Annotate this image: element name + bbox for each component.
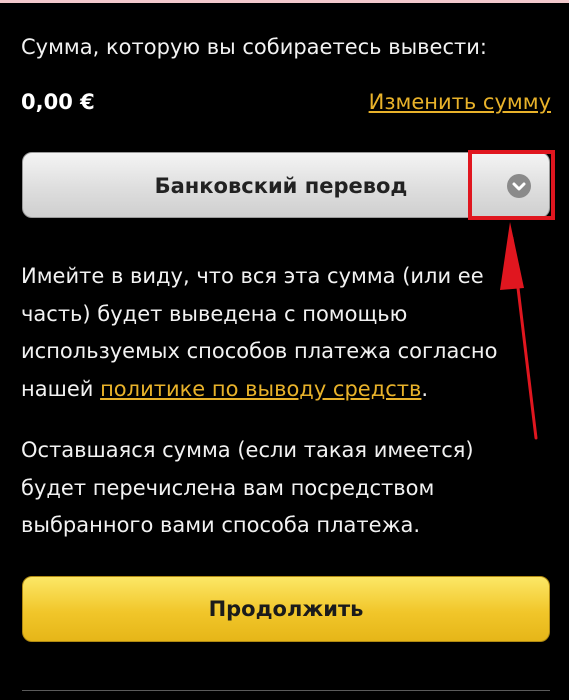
amount-value: 0,00 € bbox=[21, 90, 95, 114]
notice-line-1: Имейте в виду, что вся эта сумма (или ее bbox=[21, 264, 484, 288]
notice-line-3: используемых способов платежа согласно bbox=[21, 339, 498, 363]
chevron-down-icon[interactable] bbox=[507, 174, 531, 198]
remaining-line-1: Оставшаяся сумма (если такая имеется) bbox=[21, 438, 474, 462]
notice-line-4-prefix: нашей bbox=[21, 376, 101, 401]
remaining-amount-notice: Оставшаяся сумма (если такая имеется) бу… bbox=[21, 432, 561, 545]
continue-button[interactable]: Продолжить bbox=[22, 576, 550, 642]
bottom-divider bbox=[22, 690, 550, 691]
notice-line-4-suffix: . bbox=[421, 376, 429, 401]
remaining-line-2: будет перечислена вам посредством bbox=[21, 475, 435, 500]
payment-method-select[interactable]: Банковский перевод bbox=[22, 152, 550, 218]
payment-method-selected-value: Банковский перевод bbox=[154, 174, 408, 198]
notice-line-4: нашей политике по выводу средств. bbox=[21, 371, 561, 409]
withdrawal-policy-link[interactable]: политике по выводу средств bbox=[100, 377, 421, 401]
top-edge-strip bbox=[0, 0, 569, 3]
notice-line-2: часть) будет выведена с помощью bbox=[21, 301, 408, 326]
withdraw-notice: Имейте в виду, что вся эта сумма (или ее… bbox=[21, 258, 561, 408]
amount-label: Сумма, которую вы собираетесь вывести: bbox=[21, 35, 487, 59]
change-amount-link[interactable]: Изменить сумму bbox=[369, 88, 551, 116]
remaining-line-3: выбранного вами способа платежа. bbox=[21, 513, 421, 537]
